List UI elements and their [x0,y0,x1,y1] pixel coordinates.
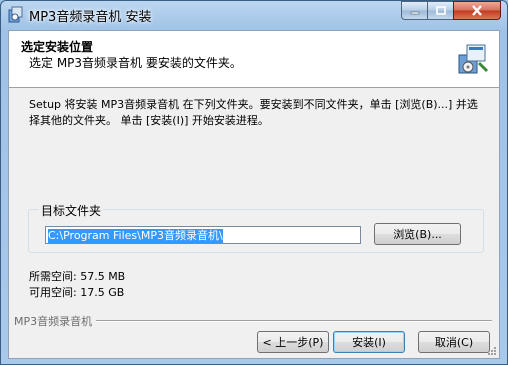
installer-window: MP3音频录音机 安装 选定安装位置 选定 MP3音频录音机 要安装的文件夹。 … [0,0,508,365]
install-button[interactable]: 安装(I) [333,331,405,353]
browse-button[interactable]: 浏览(B)... [374,223,461,245]
destination-group-label: 目标文件夹 [39,202,104,219]
installer-icon [8,6,23,23]
window-title: MP3音频录音机 安装 [29,10,152,25]
space-required: 所需空间: 57.5 MB [29,270,126,283]
minimize-button[interactable] [401,1,428,20]
dialog-client-area: 选定安装位置 选定 MP3音频录音机 要安装的文件夹。 Setup 将安装 MP… [8,30,500,359]
install-package-icon [458,44,489,74]
page-subtitle: 选定 MP3音频录音机 要安装的文件夹。 [29,56,242,70]
close-icon [472,5,482,16]
instruction-text: Setup 将安装 MP3音频录音机 在下列文件夹。要安装到不同文件夹，单击 [… [29,98,478,127]
cancel-button[interactable]: 取消(C) [418,331,490,353]
space-available: 可用空间: 17.5 GB [29,286,125,299]
minimize-icon [410,11,419,14]
destination-path-value: C:\Program Files\MP3音频录音机\ [48,229,223,243]
page-title: 选定安装位置 [21,40,94,54]
branding-text: MP3音频录音机 [14,313,97,329]
page-header: 选定安装位置 选定 MP3音频录音机 要安装的文件夹。 [9,31,499,88]
resize-grip-icon[interactable] [487,346,497,356]
close-button[interactable] [453,1,501,20]
back-button[interactable]: < 上一步(P) [257,331,329,353]
maximize-button[interactable] [427,1,454,20]
maximize-icon [435,6,446,15]
title-bar[interactable]: MP3音频录音机 安装 [1,1,507,29]
destination-path-input[interactable]: C:\Program Files\MP3音频录音机\ [45,226,361,244]
